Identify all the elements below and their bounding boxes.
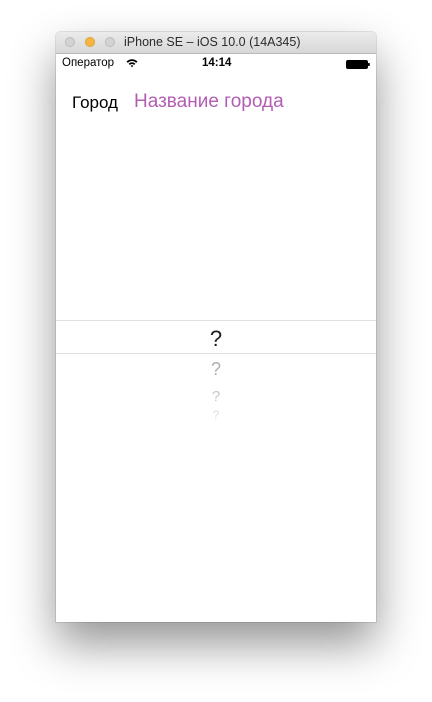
picker-row[interactable]: ? [56, 360, 376, 378]
minimize-window-button[interactable] [85, 37, 95, 47]
window-title: iPhone SE – iOS 10.0 (14A345) [124, 35, 301, 49]
wifi-icon [126, 59, 138, 68]
picker-row-selected[interactable]: ? [56, 328, 376, 350]
close-window-button[interactable] [65, 37, 75, 47]
city-label: Город [72, 93, 118, 112]
picker-row[interactable]: ? [56, 389, 376, 404]
simulator-window: iPhone SE – iOS 10.0 (14A345) Оператор 1… [56, 32, 376, 622]
status-time: 14:14 [202, 57, 232, 69]
picker-row[interactable]: ? [56, 409, 376, 419]
status-bar: Оператор 14:14 [56, 54, 376, 74]
battery-icon [346, 60, 370, 69]
window-titlebar[interactable]: iPhone SE – iOS 10.0 (14A345) [56, 32, 376, 54]
screen: iPhone SE – iOS 10.0 (14A345) Оператор 1… [0, 0, 432, 702]
city-name-input[interactable] [130, 89, 370, 115]
zoom-window-button[interactable] [105, 37, 115, 47]
carrier-name: Оператор [62, 57, 115, 69]
city-picker[interactable]: ? ? ? ? [56, 262, 376, 432]
